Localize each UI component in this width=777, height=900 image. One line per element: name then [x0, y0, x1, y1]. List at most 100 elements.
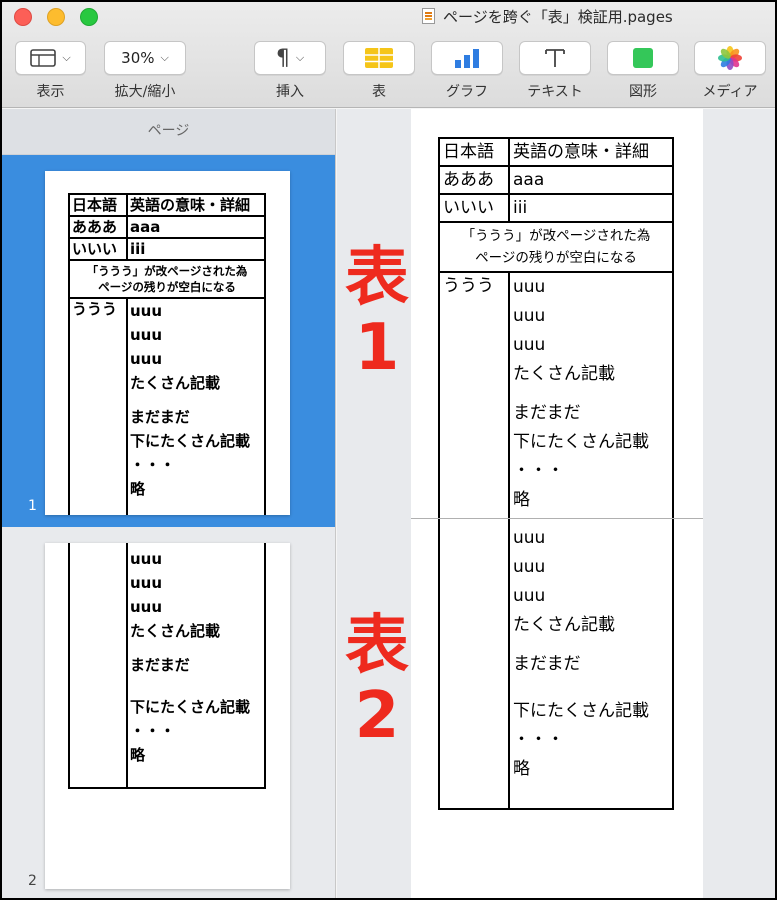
close-window-button[interactable] — [14, 8, 32, 26]
chart-icon — [455, 49, 479, 68]
cell-line: uuu — [130, 350, 163, 368]
table-note-cell[interactable]: 「ううう」が改ページされた為 ページの残りが空白になる — [438, 221, 674, 273]
table-cell: ううう — [68, 297, 128, 515]
photos-icon — [718, 46, 742, 70]
note-line: ページの残りが空白になる — [475, 250, 637, 266]
chart-label: グラフ — [446, 84, 488, 100]
table-cell: iii — [126, 237, 266, 261]
shape-icon — [633, 48, 653, 68]
table-cell[interactable]: uuu uuu uuu たくさん記載 まだまだ 下にたくさん記載 ・・・ 略 — [508, 518, 674, 810]
minimize-window-button[interactable] — [47, 8, 65, 26]
cell-line: 下にたくさん記載 — [130, 432, 251, 450]
annotation-table1-kanji: 表 — [345, 241, 409, 315]
page-number-2: 2 — [28, 873, 37, 889]
table-cell[interactable]: いいい — [438, 193, 510, 223]
cell-line: 略 — [513, 490, 530, 510]
cell-line: uuu — [130, 598, 163, 616]
table-label: 表 — [372, 84, 386, 100]
page-thumbnail-2[interactable]: uuu uuu uuu たくさん記載 まだまだ 下にたくさん記載 ・・・ 略 — [45, 543, 290, 889]
chart-button[interactable] — [431, 41, 503, 75]
cell-line: 下にたくさん記載 — [513, 432, 649, 452]
cell-line: まだまだ — [513, 654, 581, 674]
table-note-row: 「ううう」が改ページされた為 ページの残りが空白になる — [68, 259, 266, 299]
zoom-window-button[interactable] — [80, 8, 98, 26]
cell-line: まだまだ — [130, 656, 190, 674]
table-cell[interactable]: 英語の意味・詳細 — [508, 137, 674, 167]
table-icon — [365, 48, 393, 68]
table-cell[interactable]: 日本語 — [438, 137, 510, 167]
cell-line: uuu — [513, 335, 546, 355]
table-cell: uuu uuu uuu たくさん記載 まだまだ 下にたくさん記載 ・・・ 略 — [126, 543, 266, 789]
page-thumbnails-sidebar: ページ 日本語 英語の意味・詳細 あああ aaa いいい iii 「ううう」が改… — [2, 109, 336, 898]
table-cell[interactable]: uuu uuu uuu たくさん記載 まだまだ 下にたくさん記載 ・・・ 略 — [508, 271, 674, 524]
table-cell: いいい — [68, 237, 128, 261]
app-window: ページを跨ぐ「表」検証用.pages ⌵ 表示 30% ⌵ 拡大/縮小 ¶ ⌵ … — [2, 2, 775, 898]
page-break-line — [411, 518, 703, 519]
cell-line: ・・・ — [513, 461, 564, 481]
page-thumbnail-1[interactable]: 日本語 英語の意味・詳細 あああ aaa いいい iii 「ううう」が改ページさ… — [45, 171, 290, 515]
cell-line: uuu — [513, 528, 546, 548]
sidebar-header: ページ — [2, 109, 335, 155]
chevron-down-icon: ⌵ — [62, 51, 71, 64]
window-title: ページを跨ぐ「表」検証用.pages — [422, 6, 673, 27]
table-cell[interactable] — [438, 518, 510, 810]
table-row: ううう uuu uuu uuu たくさん記載 まだまだ 下にたくさん記載 ・・・… — [438, 271, 674, 524]
cell-line: uuu — [130, 302, 163, 320]
document-page[interactable]: 日本語 英語の意味・詳細 あああ aaa いいい iii 「ううう」が改ページさ… — [411, 109, 703, 898]
table-cell[interactable]: ううう — [438, 271, 510, 524]
cell-line: 略 — [130, 746, 146, 764]
media-label: メディア — [702, 84, 758, 100]
cell-line: 下にたくさん記載 — [130, 698, 251, 716]
view-label: 表示 — [36, 84, 65, 100]
pilcrow-icon: ¶ — [275, 45, 290, 71]
table-cell: あああ — [68, 215, 128, 239]
cell-line: 下にたくさん記載 — [513, 701, 649, 721]
table-cell: aaa — [126, 215, 266, 239]
zoom-select[interactable]: 30% ⌵ — [104, 41, 186, 75]
table-header-row: 日本語 英語の意味・詳細 — [438, 137, 674, 167]
view-button[interactable]: ⌵ — [15, 41, 86, 75]
text-label: テキスト — [527, 84, 583, 100]
insert-button[interactable]: ¶ ⌵ — [254, 41, 326, 75]
cell-line: uuu — [513, 586, 546, 606]
table-row: いいい iii — [438, 193, 674, 223]
window-title-text: ページを跨ぐ「表」検証用.pages — [443, 8, 673, 26]
table-cell[interactable]: あああ — [438, 165, 510, 195]
table-button[interactable] — [343, 41, 415, 75]
cell-line: uuu — [513, 557, 546, 577]
annotation-table1-number: 1 — [354, 311, 400, 385]
table-note-row: 「ううう」が改ページされた為 ページの残りが空白になる — [438, 221, 674, 273]
cell-line: ・・・ — [130, 456, 176, 474]
zoom-value: 30% — [121, 49, 155, 67]
sidebar-view-icon — [30, 49, 57, 67]
toolbar: ページを跨ぐ「表」検証用.pages ⌵ 表示 30% ⌵ 拡大/縮小 ¶ ⌵ … — [2, 2, 775, 108]
document-table-page2[interactable]: uuu uuu uuu たくさん記載 まだまだ 下にたくさん記載 ・・・ 略 — [438, 518, 674, 810]
table-row: ううう uuu uuu uuu たくさん記載 まだまだ 下にたくさん記載 ・・・… — [68, 297, 266, 515]
note-line: 「ううう」が改ページされた為 — [461, 228, 651, 244]
table-cell[interactable]: aaa — [508, 165, 674, 195]
table-cell[interactable]: iii — [508, 193, 674, 223]
cell-line: uuu — [130, 326, 163, 344]
cell-line: まだまだ — [513, 403, 581, 423]
chevron-down-icon: ⌵ — [160, 51, 169, 64]
table-header-row: 日本語 英語の意味・詳細 — [68, 193, 266, 217]
table-row: uuu uuu uuu たくさん記載 まだまだ 下にたくさん記載 ・・・ 略 — [68, 543, 266, 789]
document-table-page1[interactable]: 日本語 英語の意味・詳細 あああ aaa いいい iii 「ううう」が改ページさ… — [438, 137, 674, 524]
cell-line: ・・・ — [513, 730, 564, 750]
shape-button[interactable] — [607, 41, 679, 75]
table-row: uuu uuu uuu たくさん記載 まだまだ 下にたくさん記載 ・・・ 略 — [438, 518, 674, 810]
table-note-cell: 「ううう」が改ページされた為 ページの残りが空白になる — [68, 259, 266, 299]
cell-line: 略 — [513, 759, 530, 779]
cell-line: uuu — [130, 574, 163, 592]
text-button[interactable] — [519, 41, 591, 75]
document-canvas[interactable]: 日本語 英語の意味・詳細 あああ aaa いいい iii 「ううう」が改ページさ… — [337, 109, 775, 898]
annotation-table2-kanji: 表 — [345, 609, 409, 683]
media-button[interactable] — [694, 41, 766, 75]
cell-line: たくさん記載 — [513, 615, 615, 635]
insert-label: 挿入 — [276, 84, 304, 100]
pages-document-icon — [422, 8, 435, 24]
